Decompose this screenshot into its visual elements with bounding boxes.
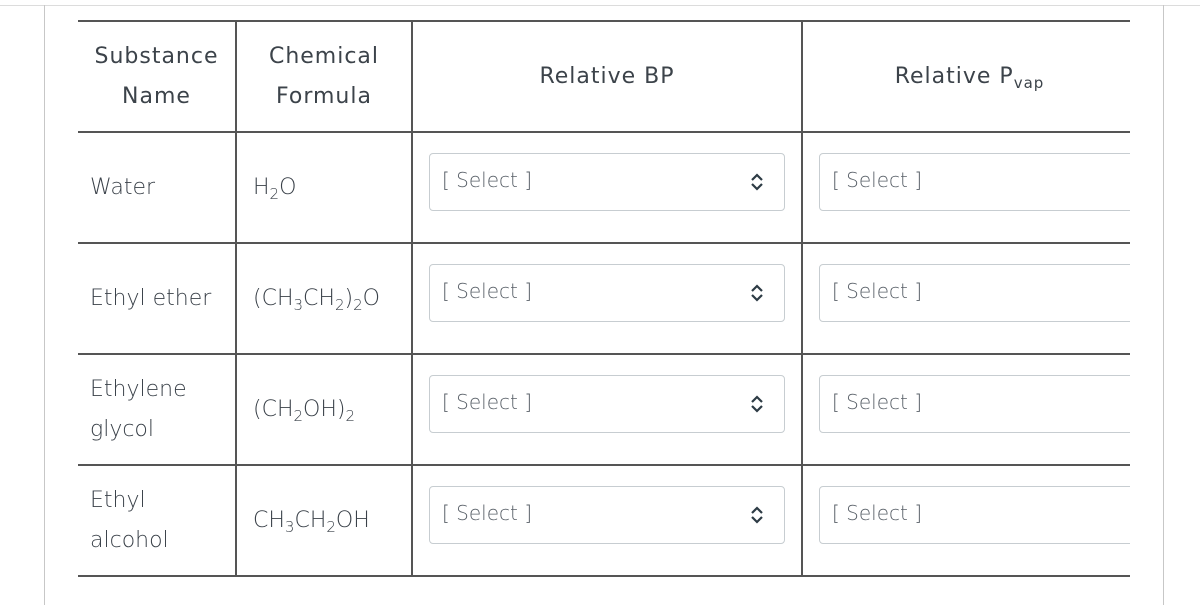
relative-bp-select-value: [ Select ]: [442, 278, 533, 303]
table-row: Ethyl ether (CH3CH2)2O [ Select ] [ Sele…: [78, 242, 1130, 355]
table-header-row: Substance Name Chemical Formula Relative…: [78, 20, 1130, 133]
formula-part: O: [279, 175, 297, 200]
chevron-up-down-icon: [751, 505, 763, 524]
header-substance-name: Substance Name: [78, 20, 236, 133]
relative-bp-cell: [ Select ]: [411, 353, 802, 466]
chemical-formula-cell: (CH3CH2)2O: [235, 242, 412, 355]
chevron-up-down-icon: [751, 172, 763, 191]
relative-bp-cell: [ Select ]: [411, 242, 802, 355]
substance-name: Ethylene: [90, 376, 187, 402]
formula-subscript: 2: [334, 296, 345, 314]
relative-pvap-select[interactable]: [ Select ]: [819, 263, 1130, 322]
table-row: Water H2O [ Select ] [ Select ]: [78, 131, 1130, 244]
chemical-formula-cell: H2O: [235, 131, 412, 244]
chemical-formula: CH3CH2OH: [253, 508, 370, 536]
relative-bp-cell: [ Select ]: [411, 131, 802, 244]
formula-part: OH: [335, 508, 370, 533]
substance-name: Water: [90, 174, 156, 200]
chemical-formula-cell: CH3CH2OH: [235, 464, 412, 577]
relative-bp-select[interactable]: [ Select ]: [429, 485, 785, 544]
formula-part: ): [344, 286, 354, 311]
chemical-formula: H2O: [253, 175, 297, 203]
relative-pvap-select[interactable]: [ Select ]: [819, 485, 1130, 544]
formula-subscript: 2: [293, 407, 304, 425]
formula-subscript: 2: [353, 296, 363, 314]
formula-subscript: 2: [326, 518, 336, 536]
formula-part: H: [253, 175, 270, 200]
header-chemical-formula: Chemical Formula: [235, 20, 412, 133]
relative-bp-select-value: [ Select ]: [442, 389, 533, 414]
substance-name: Ethyl ether: [90, 285, 212, 311]
properties-table-wrapper: Substance Name Chemical Formula Relative…: [78, 20, 1130, 590]
relative-pvap-select-value: [ Select ]: [832, 389, 923, 414]
formula-part: (CH: [253, 286, 294, 311]
formula-part: CH: [303, 286, 335, 311]
formula-subscript: 2: [269, 185, 280, 203]
chemical-formula-cell: (CH2OH)2: [235, 353, 412, 466]
relative-bp-select-value: [ Select ]: [442, 500, 533, 525]
relative-pvap-cell: [ Select ]: [801, 353, 1130, 466]
relative-pvap-select-value: [ Select ]: [832, 278, 923, 303]
formula-subscript: 3: [293, 296, 304, 314]
chemical-formula: (CH2OH)2: [253, 397, 356, 425]
substance-name: Ethyl: [90, 487, 146, 513]
relative-pvap-select[interactable]: [ Select ]: [819, 152, 1130, 211]
relative-pvap-select-value: [ Select ]: [832, 167, 923, 192]
formula-part: OH): [303, 397, 346, 422]
substance-name-cell: Water: [78, 131, 236, 244]
relative-pvap-cell: [ Select ]: [801, 464, 1130, 577]
relative-pvap-select[interactable]: [ Select ]: [819, 374, 1130, 433]
table-row: Ethyl alcohol CH3CH2OH [ Select ] [ Sele…: [78, 464, 1130, 577]
relative-pvap-cell: [ Select ]: [801, 131, 1130, 244]
header-relative-pvap: Relative Pvap: [801, 20, 1130, 133]
substance-name-cell: Ethyl alcohol: [78, 464, 236, 577]
relative-bp-select[interactable]: [ Select ]: [429, 374, 785, 433]
chevron-up-down-icon: [751, 394, 763, 413]
formula-part: CH: [253, 508, 285, 533]
header-relative-bp: Relative BP: [411, 20, 802, 133]
substance-name-line2: glycol: [90, 416, 155, 442]
relative-pvap-select-value: [ Select ]: [832, 500, 923, 525]
relative-bp-select-value: [ Select ]: [442, 167, 533, 192]
relative-bp-select[interactable]: [ Select ]: [429, 263, 785, 322]
relative-bp-select[interactable]: [ Select ]: [429, 152, 785, 211]
table-row: Ethylene glycol (CH2OH)2 [ Select ] [ Se…: [78, 353, 1130, 466]
chevron-up-down-icon: [751, 283, 763, 302]
substance-name-cell: Ethylene glycol: [78, 353, 236, 466]
formula-part: O: [362, 286, 380, 311]
properties-table: Substance Name Chemical Formula Relative…: [78, 20, 1130, 577]
formula-part: (CH: [253, 397, 294, 422]
relative-bp-cell: [ Select ]: [411, 464, 802, 577]
relative-pvap-cell: [ Select ]: [801, 242, 1130, 355]
formula-part: CH: [294, 508, 327, 533]
chemical-formula: (CH3CH2)2O: [253, 286, 380, 314]
substance-name-cell: Ethyl ether: [78, 242, 236, 355]
substance-name-line2: alcohol: [90, 527, 169, 553]
formula-subscript: 2: [345, 407, 356, 425]
